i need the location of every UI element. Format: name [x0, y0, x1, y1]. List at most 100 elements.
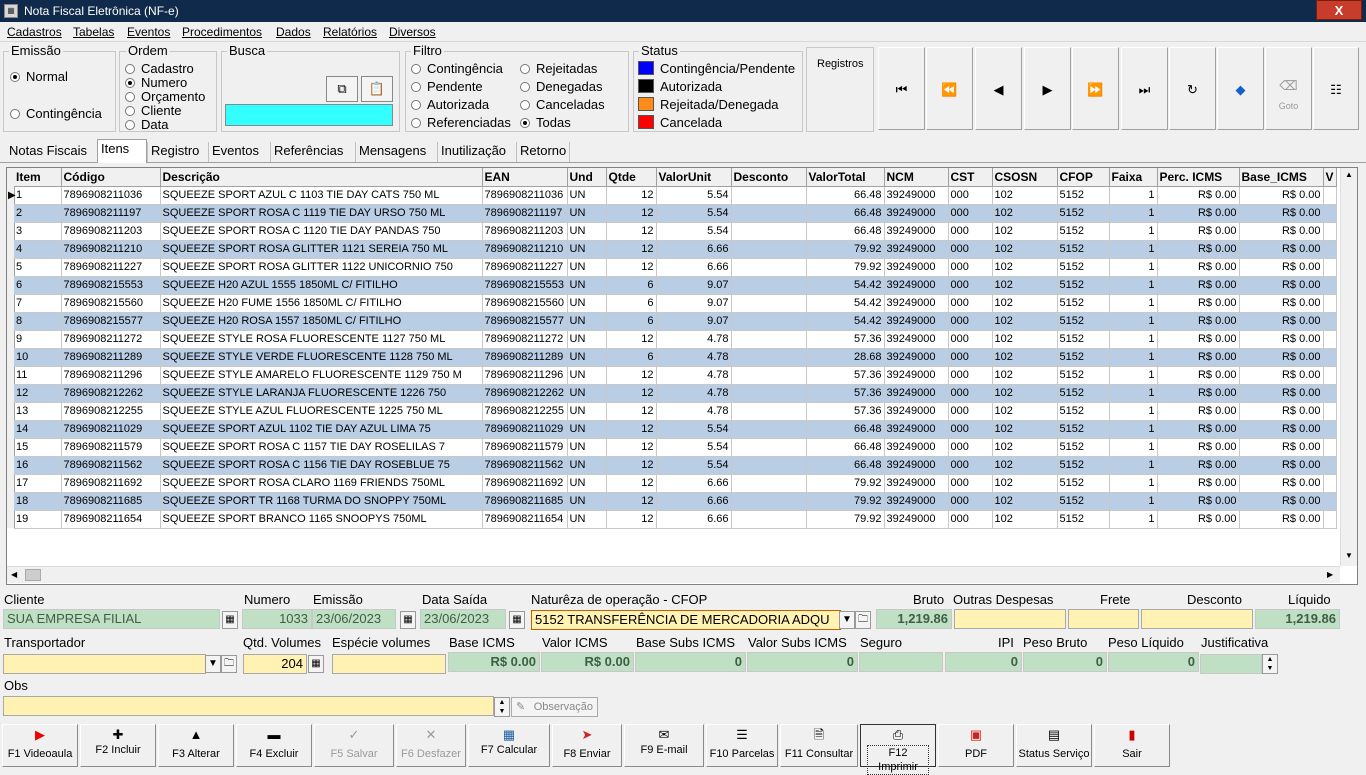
table-row[interactable]: 2 7896908211197 SQUEEZE SPORT ROSA C 1119 …	[14, 204, 1337, 223]
sair-button[interactable]: ▮ Sair	[1094, 724, 1170, 767]
table-cell[interactable]: 102	[992, 240, 1058, 259]
table-cell[interactable]: 7896908211210	[61, 240, 161, 259]
table-cell[interactable]: R$ 0.00	[1157, 186, 1240, 205]
table-cell[interactable]: 39249000	[884, 240, 949, 259]
table-cell[interactable]: 1	[1109, 492, 1158, 511]
table-cell[interactable]: 7896908212262	[61, 384, 161, 403]
tab-registro[interactable]: Registro	[147, 142, 202, 162]
table-cell[interactable]: 39249000	[884, 474, 949, 493]
items-grid[interactable]: ▶ Item Código Descrição EAN Und Qtde ValorUnit…	[6, 167, 1358, 585]
table-cell[interactable]: 5152	[1057, 330, 1110, 349]
table-cell[interactable]: 7896908211289	[482, 348, 568, 367]
qtd-volumes-field[interactable]: 204	[243, 654, 307, 674]
table-cell[interactable]: 102	[992, 366, 1058, 385]
table-cell[interactable]: 000	[948, 276, 993, 295]
table-cell[interactable]: 7896908211272	[61, 330, 161, 349]
table-cell[interactable]: R$ 0.00	[1157, 384, 1240, 403]
table-row[interactable]: 8 7896908215577 SQUEEZE H20 ROSA 1557 1850…	[14, 312, 1337, 331]
table-cell[interactable]: 57.36	[806, 402, 885, 421]
table-cell[interactable]: 7896908215560	[61, 294, 161, 313]
table-cell[interactable]: UN	[567, 222, 607, 241]
table-cell[interactable]: 6	[606, 276, 657, 295]
table-cell[interactable]: 5.54	[656, 438, 732, 457]
table-cell[interactable]: R$ 0.00	[1239, 222, 1324, 241]
table-cell[interactable]: 5152	[1057, 186, 1110, 205]
table-cell[interactable]: 7896908211579	[482, 438, 568, 457]
table-cell[interactable]: 66.48	[806, 438, 885, 457]
table-cell[interactable]: 5.54	[656, 204, 732, 223]
menu-relatorios[interactable]: Relatórios	[323, 25, 377, 39]
table-cell[interactable]: 4.78	[656, 366, 732, 385]
table-cell[interactable]: 54.42	[806, 276, 885, 295]
table-cell[interactable]: 39249000	[884, 366, 949, 385]
table-cell[interactable]	[731, 276, 807, 295]
table-cell[interactable]: 12	[606, 402, 657, 421]
table-cell[interactable]: 39249000	[884, 204, 949, 223]
table-cell[interactable]: SQUEEZE H20 FUME 1556 1850ML C/ FITILHO	[160, 294, 483, 313]
table-cell[interactable]: 4.78	[656, 384, 732, 403]
table-cell[interactable]: UN	[567, 492, 607, 511]
table-cell[interactable]: UN	[567, 510, 607, 529]
table-cell[interactable]: SQUEEZE SPORT AZUL C 1103 TIE DAY CATS 7…	[160, 186, 483, 205]
valor-icms-field[interactable]: R$ 0.00	[541, 652, 634, 672]
table-cell[interactable]: 39249000	[884, 312, 949, 331]
table-cell[interactable]: 4	[14, 240, 62, 259]
table-cell[interactable]: 66.48	[806, 456, 885, 475]
table-cell[interactable]: 000	[948, 186, 993, 205]
table-cell[interactable]: 1	[1109, 312, 1158, 331]
table-cell[interactable]: 5152	[1057, 294, 1110, 313]
table-cell[interactable]: 102	[992, 294, 1058, 313]
table-cell[interactable]: 000	[948, 240, 993, 259]
scroll-left-icon[interactable]: ◀	[11, 570, 17, 579]
table-cell[interactable]: R$ 0.00	[1239, 492, 1324, 511]
frete-field[interactable]	[1068, 609, 1139, 629]
table-cell[interactable]: 79.92	[806, 258, 885, 277]
filtro-canceladas-radio[interactable]: Canceladas	[520, 97, 605, 112]
table-cell[interactable]: 15	[14, 438, 62, 457]
table-cell[interactable]: 7896908211210	[482, 240, 568, 259]
table-cell[interactable]: 7	[14, 294, 62, 313]
table-cell[interactable]: UN	[567, 186, 607, 205]
table-cell[interactable]	[731, 240, 807, 259]
desconto-field[interactable]	[1141, 609, 1253, 629]
table-cell[interactable]: 000	[948, 492, 993, 511]
table-cell[interactable]: 7896908211562	[482, 456, 568, 475]
menu-tabelas[interactable]: Tabelas	[73, 25, 114, 39]
filtro-contingencia-radio[interactable]: Contingência	[411, 61, 503, 76]
menu-procedimentos[interactable]: Procedimentos	[182, 25, 262, 39]
table-cell[interactable]: 3	[14, 222, 62, 241]
table-cell[interactable]: 39249000	[884, 186, 949, 205]
table-cell[interactable]: 000	[948, 384, 993, 403]
table-cell[interactable]	[731, 348, 807, 367]
table-cell[interactable]: 1	[1109, 240, 1158, 259]
table-cell[interactable]: 5.54	[656, 186, 732, 205]
table-cell[interactable]: 12	[606, 420, 657, 439]
table-cell[interactable]: 7896908211289	[61, 348, 161, 367]
table-cell[interactable]: 12	[606, 438, 657, 457]
table-cell[interactable]: 66.48	[806, 204, 885, 223]
table-cell[interactable]: 000	[948, 294, 993, 313]
natureza-folder-button[interactable]: 🗀	[855, 611, 871, 629]
filtro-denegadas-radio[interactable]: Denegadas	[520, 79, 603, 94]
table-cell[interactable]: SQUEEZE H20 AZUL 1555 1850ML C/ FITILHO	[160, 276, 483, 295]
outras-despesas-field[interactable]	[954, 609, 1066, 629]
table-cell[interactable]: 39249000	[884, 294, 949, 313]
table-cell[interactable]: 1	[1109, 474, 1158, 493]
table-cell[interactable]: 5.54	[656, 456, 732, 475]
table-cell[interactable]: SQUEEZE STYLE VERDE FLUORESCENTE 1128 75…	[160, 348, 483, 367]
table-cell[interactable]: UN	[567, 348, 607, 367]
seguro-field[interactable]	[859, 652, 943, 672]
data-saida-field[interactable]: 23/06/2023	[420, 609, 506, 629]
table-cell[interactable]: 102	[992, 384, 1058, 403]
table-cell[interactable]: 7896908211562	[61, 456, 161, 475]
table-cell[interactable]: 7896908215553	[482, 276, 568, 295]
table-cell[interactable]: SQUEEZE STYLE ROSA FLUORESCENTE 1127 750…	[160, 330, 483, 349]
ordem-data-radio[interactable]: Data	[125, 117, 168, 132]
table-cell[interactable]: UN	[567, 312, 607, 331]
table-cell[interactable]: 39249000	[884, 420, 949, 439]
table-cell[interactable]: 7896908215577	[61, 312, 161, 331]
obs-spinner[interactable]: ▲ ▼	[494, 697, 510, 717]
table-cell[interactable]: UN	[567, 420, 607, 439]
table-cell[interactable]: R$ 0.00	[1239, 240, 1324, 259]
table-cell[interactable]: 000	[948, 402, 993, 421]
